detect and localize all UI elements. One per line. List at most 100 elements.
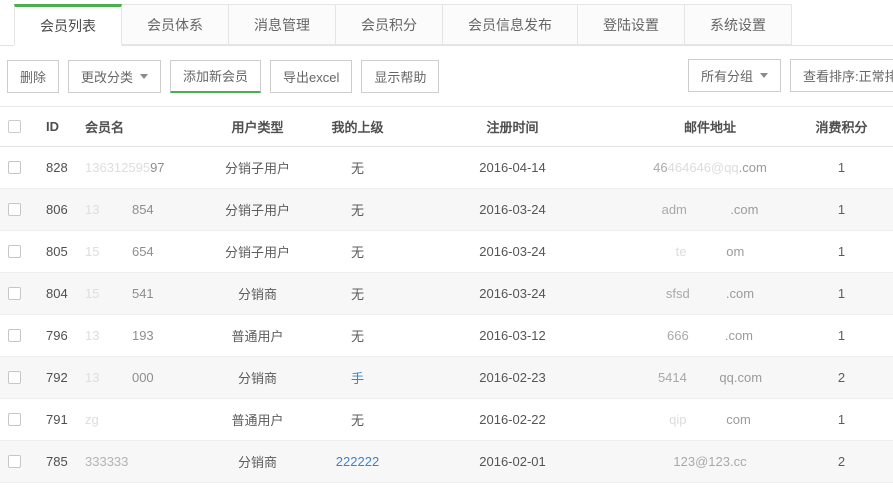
col-header-email: 邮件地址: [630, 107, 790, 147]
col-header-name: 会员名: [75, 107, 195, 147]
row-checkbox[interactable]: [8, 455, 21, 468]
table-row: 791 zg 普通用户 无 2016-02-22 qip com 1: [0, 399, 893, 441]
export-excel-button[interactable]: 导出excel: [270, 60, 352, 93]
member-name: zg: [75, 399, 195, 441]
row-checkbox[interactable]: [8, 161, 21, 174]
member-table: ID 会员名 用户类型 我的上级 注册时间 邮件地址 消费积分 828 1363…: [0, 106, 893, 483]
member-type: 分销子用户: [195, 231, 320, 273]
member-type: 分销商: [195, 273, 320, 315]
row-checkbox[interactable]: [8, 245, 21, 258]
member-superior: 无: [320, 231, 395, 273]
member-name: 15 541: [75, 273, 195, 315]
member-type: 分销商: [195, 357, 320, 399]
member-points: 1: [790, 399, 893, 441]
caret-down-icon: [140, 74, 148, 79]
member-superior-link[interactable]: 手: [320, 357, 395, 399]
member-superior-link[interactable]: 222222: [320, 441, 395, 483]
member-name: 13 193: [75, 315, 195, 357]
member-name: 13631259597: [75, 147, 195, 189]
member-type: 普通用户: [195, 315, 320, 357]
select-all-checkbox[interactable]: [8, 120, 21, 133]
member-type: 分销子用户: [195, 189, 320, 231]
member-name: 13 000: [75, 357, 195, 399]
change-category-label: 更改分类: [81, 67, 133, 86]
register-date: 2016-02-23: [395, 357, 630, 399]
member-id: 792: [36, 357, 75, 399]
all-groups-label: 所有分组: [701, 66, 753, 85]
delete-button[interactable]: 删除: [7, 60, 59, 93]
row-checkbox[interactable]: [8, 371, 21, 384]
tab-member-points[interactable]: 会员积分: [336, 4, 443, 45]
member-id: 796: [36, 315, 75, 357]
member-superior: 无: [320, 147, 395, 189]
member-id: 828: [36, 147, 75, 189]
member-email: 123@123.cc: [630, 441, 790, 483]
table-row: 792 13 000 分销商 手 2016-02-23 5414 qq.com …: [0, 357, 893, 399]
register-date: 2016-02-22: [395, 399, 630, 441]
member-name: 333333: [75, 441, 195, 483]
member-superior: 无: [320, 315, 395, 357]
table-row: 796 13 193 普通用户 无 2016-03-12 666 .com 1: [0, 315, 893, 357]
member-points: 1: [790, 147, 893, 189]
toolbar-right: 所有分组 查看排序:正常排序: [688, 59, 893, 92]
register-date: 2016-03-24: [395, 231, 630, 273]
member-email: te om: [630, 231, 790, 273]
member-name: 15 654: [75, 231, 195, 273]
member-type: 普通用户: [195, 399, 320, 441]
col-header-date: 注册时间: [395, 107, 630, 147]
row-checkbox[interactable]: [8, 329, 21, 342]
show-help-button[interactable]: 显示帮助: [361, 60, 439, 93]
tab-member-system[interactable]: 会员体系: [122, 4, 229, 45]
table-row: 785 333333 分销商 222222 2016-02-01 123@123…: [0, 441, 893, 483]
member-superior: 无: [320, 399, 395, 441]
register-date: 2016-03-12: [395, 315, 630, 357]
tab-bar: 会员列表 会员体系 消息管理 会员积分 会员信息发布 登陆设置 系统设置: [0, 0, 893, 46]
member-id: 806: [36, 189, 75, 231]
table-row: 805 15 654 分销子用户 无 2016-03-24 te om 1: [0, 231, 893, 273]
row-checkbox[interactable]: [8, 287, 21, 300]
row-checkbox[interactable]: [8, 203, 21, 216]
tab-member-info-publish[interactable]: 会员信息发布: [443, 4, 578, 45]
toolbar: 删除 更改分类 添加新会员 导出excel 显示帮助 所有分组 查看排序:正常排…: [0, 46, 893, 106]
col-header-points: 消费积分: [790, 107, 893, 147]
tab-system-settings[interactable]: 系统设置: [685, 4, 792, 45]
member-id: 785: [36, 441, 75, 483]
table-row: 806 13 854 分销子用户 无 2016-03-24 adm .com 1: [0, 189, 893, 231]
member-type: 分销子用户: [195, 147, 320, 189]
add-member-button[interactable]: 添加新会员: [170, 60, 261, 93]
register-date: 2016-04-14: [395, 147, 630, 189]
col-header-id: ID: [36, 107, 75, 147]
view-sort-button[interactable]: 查看排序:正常排序: [790, 59, 893, 92]
member-email: 5414 qq.com: [630, 357, 790, 399]
col-header-type: 用户类型: [195, 107, 320, 147]
member-name: 13 854: [75, 189, 195, 231]
table-row: 804 15 541 分销商 无 2016-03-24 sfsd .com 1: [0, 273, 893, 315]
member-points: 1: [790, 231, 893, 273]
member-email: 46464646@qq.com: [630, 147, 790, 189]
member-id: 804: [36, 273, 75, 315]
member-superior: 无: [320, 189, 395, 231]
row-checkbox[interactable]: [8, 413, 21, 426]
member-email: sfsd .com: [630, 273, 790, 315]
member-points: 2: [790, 441, 893, 483]
tab-member-list[interactable]: 会员列表: [14, 4, 122, 46]
member-points: 1: [790, 189, 893, 231]
all-groups-dropdown[interactable]: 所有分组: [688, 59, 781, 92]
register-date: 2016-02-01: [395, 441, 630, 483]
member-id: 791: [36, 399, 75, 441]
member-email: 666 .com: [630, 315, 790, 357]
tab-message-mgmt[interactable]: 消息管理: [229, 4, 336, 45]
member-superior: 无: [320, 273, 395, 315]
change-category-dropdown[interactable]: 更改分类: [68, 60, 161, 93]
table-header-row: ID 会员名 用户类型 我的上级 注册时间 邮件地址 消费积分: [0, 107, 893, 147]
member-email: qip com: [630, 399, 790, 441]
member-points: 1: [790, 273, 893, 315]
member-id: 805: [36, 231, 75, 273]
member-email: adm .com: [630, 189, 790, 231]
member-points: 1: [790, 315, 893, 357]
table-row: 828 13631259597 分销子用户 无 2016-04-14 46464…: [0, 147, 893, 189]
member-points: 2: [790, 357, 893, 399]
register-date: 2016-03-24: [395, 273, 630, 315]
col-header-superior: 我的上级: [320, 107, 395, 147]
tab-login-settings[interactable]: 登陆设置: [578, 4, 685, 45]
